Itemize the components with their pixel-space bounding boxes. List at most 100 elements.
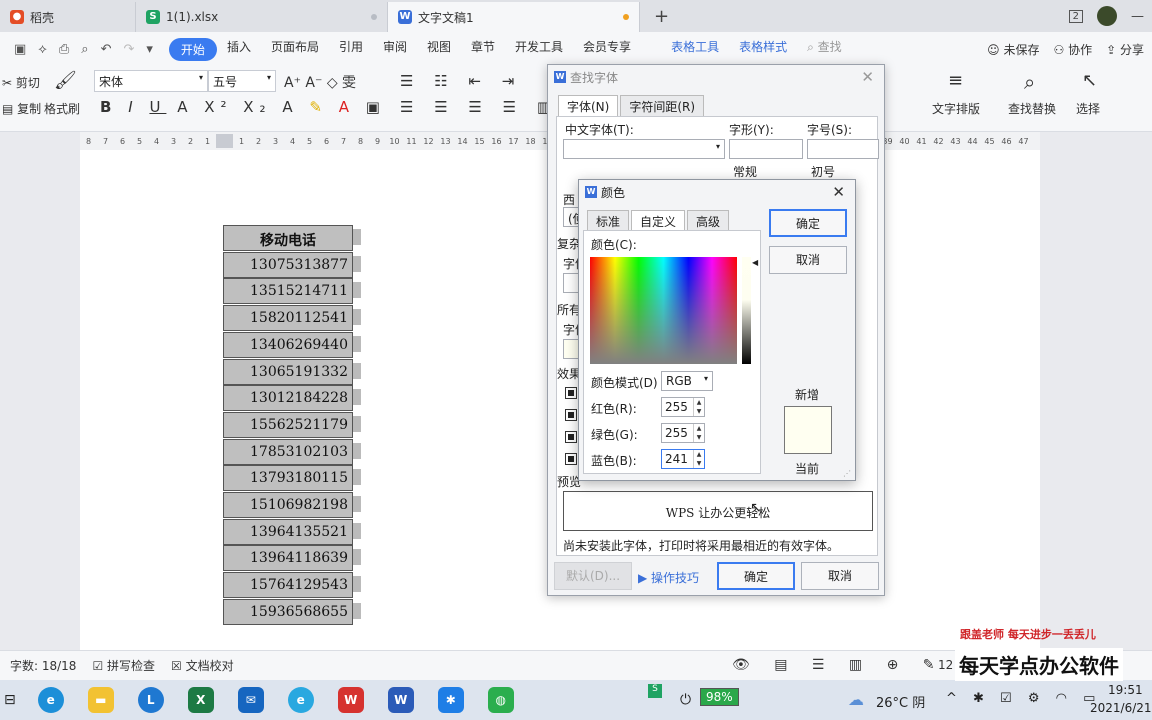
resize-grip-icon[interactable]: ⋰: [843, 469, 851, 478]
table-row[interactable]: 13406269440: [223, 331, 353, 358]
menu-insert[interactable]: 插入: [217, 38, 261, 61]
explorer-icon[interactable]: ▬: [87, 687, 114, 713]
cloud-icon[interactable]: ⟡: [38, 42, 47, 57]
weather-text[interactable]: 26°C 阴: [876, 692, 925, 711]
table-row[interactable]: 13964118639: [223, 545, 353, 572]
stepper-arrows-icon[interactable]: ▲ ▼: [693, 450, 704, 468]
dropdown-icon[interactable]: ▾: [146, 42, 153, 57]
table-row[interactable]: 15764129543: [223, 572, 353, 599]
table-row[interactable]: 13075313877: [223, 251, 353, 278]
tray-icons[interactable]: ^ ✱ ☑ ⚙ ◠ ▭: [946, 691, 1101, 706]
table-row[interactable]: 15562521179: [223, 411, 353, 438]
table-row[interactable]: 13065191332: [223, 358, 353, 385]
effect-checkbox-1[interactable]: [565, 387, 577, 399]
menu-home[interactable]: 开始: [168, 37, 217, 61]
unsaved-button[interactable]: ☺ 未保存: [987, 41, 1039, 58]
effect-checkbox-4[interactable]: [565, 453, 577, 465]
tab-char-spacing[interactable]: 字符间距(R): [620, 95, 705, 117]
cancel-button[interactable]: 取消: [801, 562, 879, 590]
menu-section[interactable]: 章节: [461, 38, 505, 61]
menu-member[interactable]: 会员专享: [573, 38, 641, 61]
stepper-arrows-icon[interactable]: ▲ ▼: [693, 398, 704, 416]
cursor-icon[interactable]: ↖: [1082, 70, 1097, 91]
table-row[interactable]: 13012184228: [223, 385, 353, 412]
tab-standard[interactable]: 标准: [587, 210, 630, 232]
find-replace-button[interactable]: 查找替换: [1008, 100, 1056, 117]
doc-proof-button[interactable]: ☒ 文档校对: [171, 657, 234, 674]
copy-button[interactable]: ▤ 复制: [2, 100, 41, 117]
undo-icon[interactable]: ↶: [101, 42, 112, 57]
table-row[interactable]: 17853102103: [223, 438, 353, 465]
save-icon[interactable]: ▣: [14, 42, 26, 57]
menu-table-style[interactable]: 表格样式: [729, 38, 797, 61]
menu-developer[interactable]: 开发工具: [505, 38, 573, 61]
word-icon[interactable]: W: [387, 687, 414, 713]
battery-indicator[interactable]: 98%: [700, 688, 739, 706]
effect-checkbox-2[interactable]: [565, 409, 577, 421]
font-name-select[interactable]: 宋体 ▾: [94, 70, 208, 92]
preview-icon[interactable]: ⌕: [81, 42, 88, 57]
new-tab-button[interactable]: +: [640, 2, 683, 32]
grow-font-icon[interactable]: A⁺ A⁻ ◇ 雯: [284, 72, 356, 92]
ie-icon[interactable]: e: [287, 687, 314, 713]
print-icon[interactable]: ⎙: [59, 42, 69, 57]
select-button[interactable]: 选择: [1076, 100, 1100, 117]
color-ok-button[interactable]: 确定: [769, 209, 847, 237]
luminance-pointer-icon[interactable]: ◀: [752, 258, 758, 267]
window-count-badge[interactable]: 2: [1068, 9, 1083, 23]
size-option[interactable]: 初号: [811, 163, 835, 180]
format-painter-button[interactable]: 格式刷: [44, 100, 80, 117]
tab-xlsx[interactable]: S 1(1).xlsx: [136, 2, 388, 32]
clock-time[interactable]: 19:51: [1108, 683, 1143, 697]
menu-view[interactable]: 视图: [417, 38, 461, 61]
cut-button[interactable]: ✂ 剪切: [2, 74, 40, 91]
table-row[interactable]: 13793180115: [223, 465, 353, 492]
paragraph-icons[interactable]: ☰ ☷ ⇤ ⇥: [400, 72, 522, 90]
feishu-icon[interactable]: ✱: [437, 687, 464, 713]
collab-button[interactable]: ⚇ 协作: [1054, 41, 1093, 58]
style-input[interactable]: [729, 139, 803, 159]
edge-icon[interactable]: e: [37, 687, 64, 713]
zoom-level[interactable]: 12: [938, 658, 953, 672]
share-button[interactable]: ⇪ 分享: [1106, 41, 1144, 58]
close-icon[interactable]: ✕: [832, 183, 845, 201]
app-l-icon[interactable]: L: [137, 687, 164, 713]
tab-advanced[interactable]: 高级: [687, 210, 730, 232]
text-layout-button[interactable]: 文字排版: [932, 100, 980, 117]
table-row[interactable]: 15936568655: [223, 598, 353, 625]
size-input[interactable]: [807, 139, 879, 159]
task-view-icon[interactable]: ⊟: [4, 692, 16, 708]
tips-link[interactable]: ▶ 操作技巧: [638, 569, 699, 586]
style-option[interactable]: 常规: [733, 163, 757, 180]
find-replace-icon[interactable]: ⌕: [1024, 70, 1035, 94]
tab-docer[interactable]: ● 稻壳: [0, 2, 136, 32]
spellcheck-button[interactable]: ☑ 拼写检查: [92, 657, 155, 674]
menu-page-layout[interactable]: 页面布局: [261, 38, 329, 61]
table-row[interactable]: 13964135521: [223, 518, 353, 545]
close-icon[interactable]: ✕: [861, 68, 874, 86]
stepper-arrows-icon[interactable]: ▲ ▼: [693, 424, 704, 442]
table-row[interactable]: 15106982198: [223, 492, 353, 518]
tab-custom[interactable]: 自定义: [631, 210, 686, 232]
chinese-font-select[interactable]: ▾: [563, 139, 725, 159]
menu-table-tools[interactable]: 表格工具: [661, 38, 729, 61]
clock-date[interactable]: 2021/6/21: [1090, 701, 1152, 715]
red-stepper[interactable]: 255 ▲ ▼: [661, 397, 705, 417]
font-size-select[interactable]: 五号 ▾: [208, 70, 276, 92]
color-mode-select[interactable]: RGB ▾: [661, 371, 713, 391]
table-header-cell[interactable]: 移动电话: [223, 225, 353, 251]
minimize-icon[interactable]: —: [1131, 9, 1144, 24]
wps-icon[interactable]: W: [337, 687, 364, 713]
color-spectrum[interactable]: [590, 257, 737, 364]
align-icons[interactable]: ☰ ☰ ☰ ☰ ▥: [400, 98, 559, 116]
format-icons[interactable]: B I U A X² X₂ A ✎ A ▣: [100, 98, 386, 116]
table-row[interactable]: 15820112541: [223, 305, 353, 332]
text-layout-icon[interactable]: ≡: [948, 70, 963, 91]
menu-review[interactable]: 审阅: [373, 38, 417, 61]
redo-icon[interactable]: ↷: [123, 42, 134, 57]
tab-document[interactable]: W 文字文稿1: [388, 2, 640, 32]
tab-font[interactable]: 字体(N): [558, 95, 619, 117]
tray-wps-icon[interactable]: S: [648, 684, 662, 698]
brush-icon[interactable]: 🖌: [54, 70, 77, 91]
avatar[interactable]: [1097, 6, 1117, 26]
